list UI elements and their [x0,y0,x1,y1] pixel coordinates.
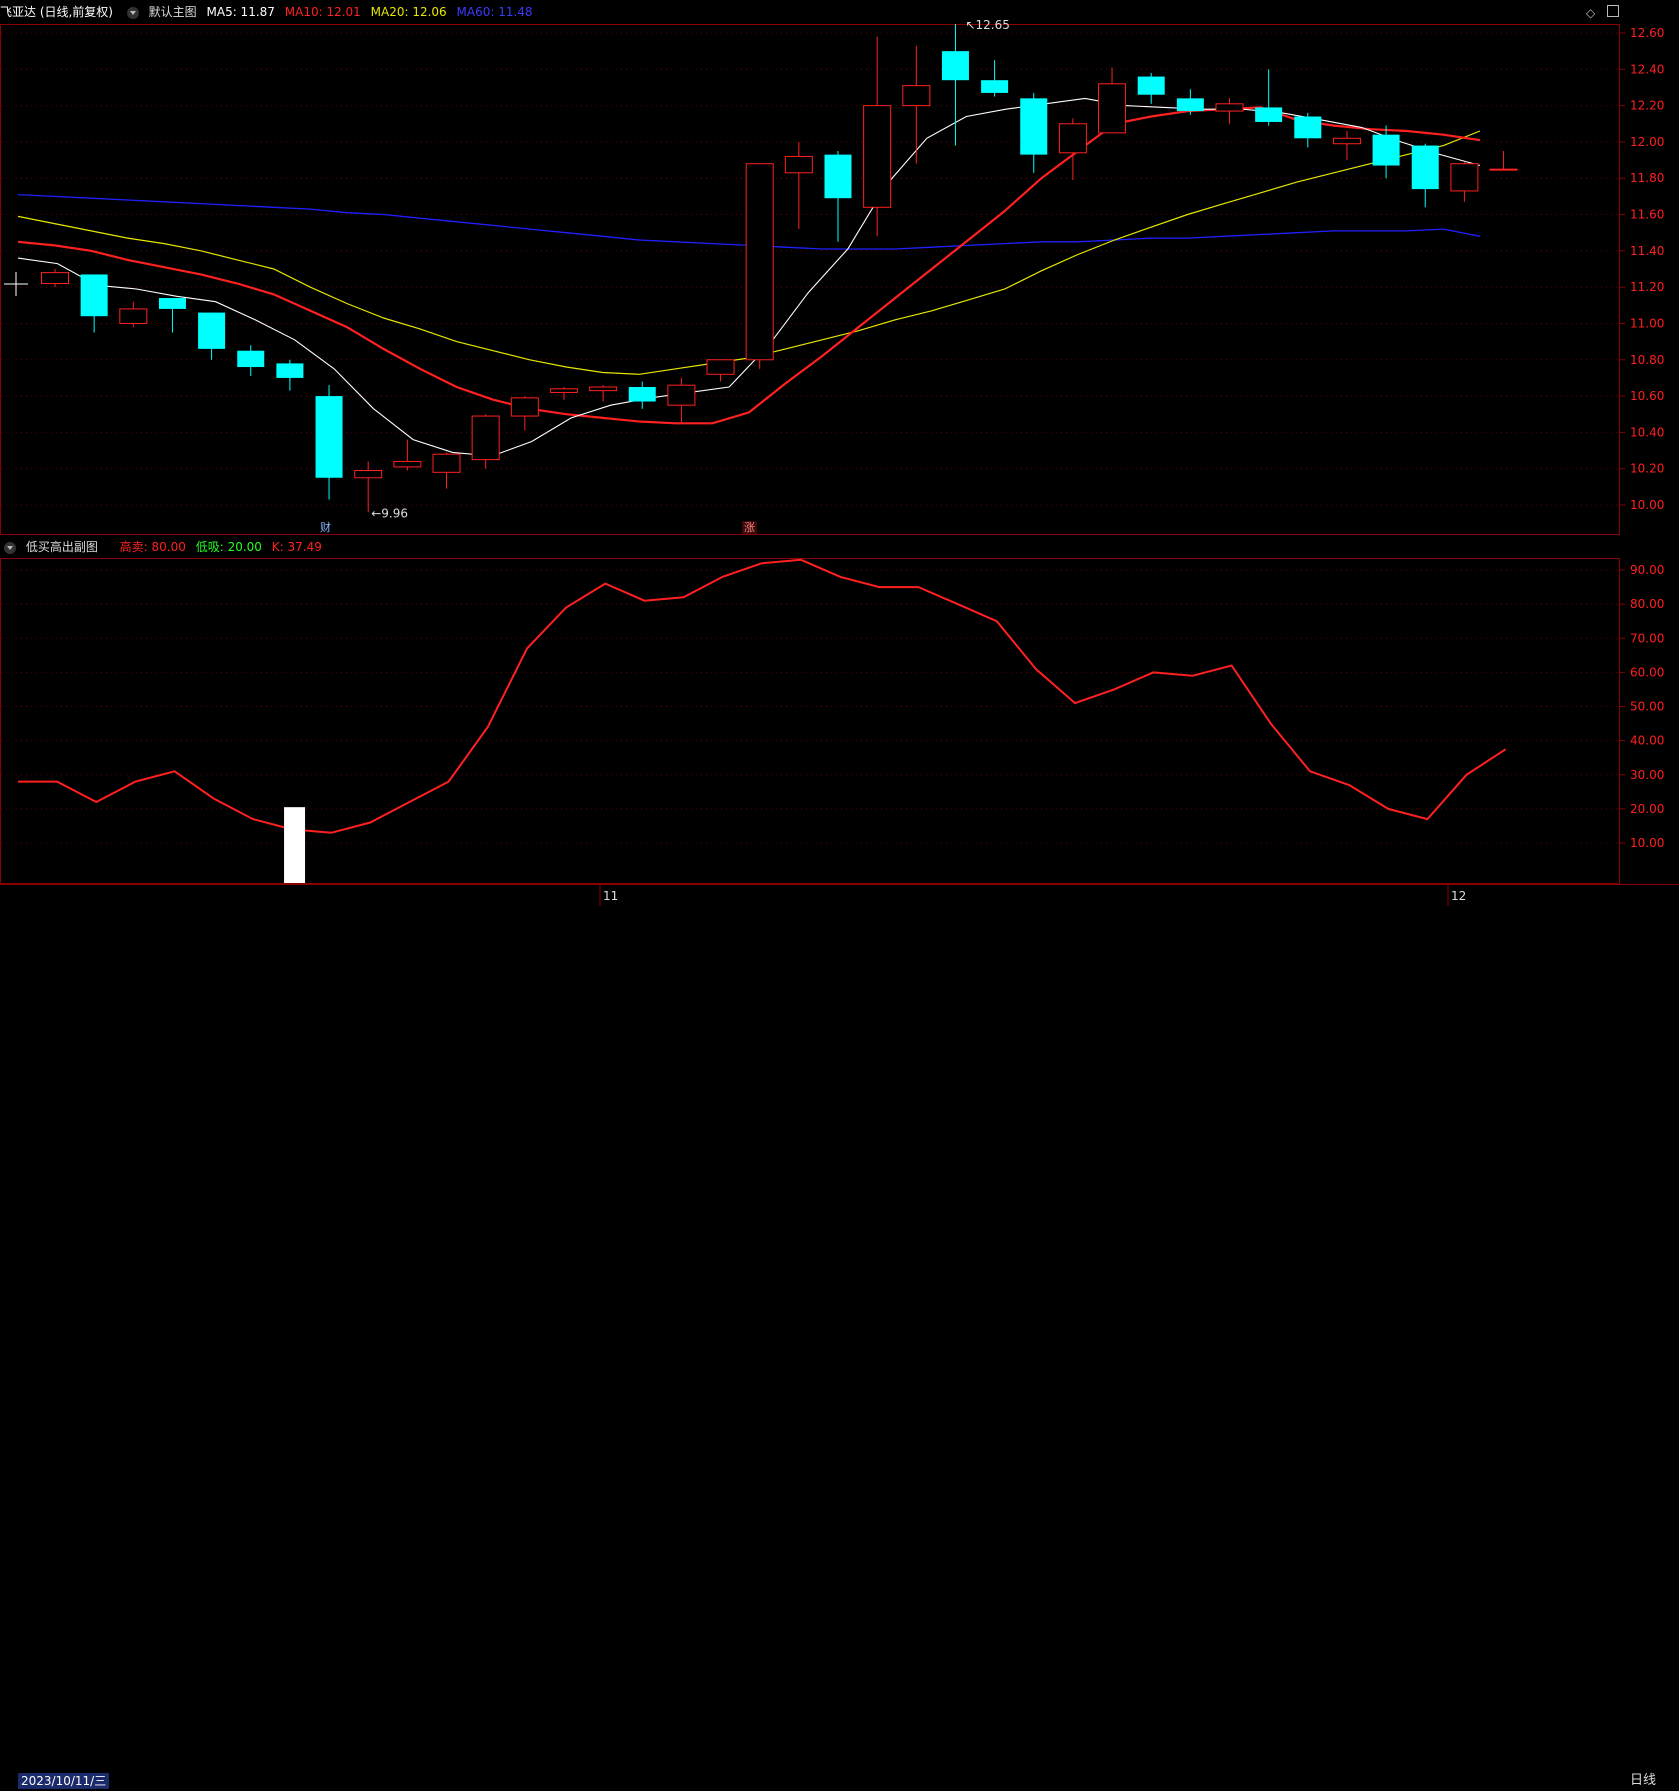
price-tick-label: 10.20 [1630,462,1664,476]
candle-body-up [510,397,539,417]
osc-tick-label: 90.00 [1630,563,1664,577]
stock-title: 飞亚达 (日线,前复权) [0,5,113,19]
dropdown-icon[interactable] [126,6,139,19]
candle-body-up [667,384,696,406]
candle-body-up [393,460,422,468]
price-tick-label: 11.00 [1630,316,1664,330]
candle-body-up [1332,137,1361,145]
date-axis: 2023/10/11/三 日线 [0,885,1679,1789]
candle-body-up [1215,103,1244,112]
price-tick-label: 11.20 [1630,280,1664,294]
candle-body-up [354,470,383,479]
limit-up-marker[interactable]: 涨 [742,521,757,534]
osc-tick-label: 30.00 [1630,768,1664,782]
osc-tick-label: 70.00 [1630,631,1664,645]
ma20-label: MA20: 12.06 [370,5,447,19]
price-tick-label: 12.40 [1630,62,1664,76]
candle-body-down [1137,76,1165,95]
low-buy-signal-bar [284,807,306,883]
price-tick-label: 12.20 [1630,99,1664,113]
osc-tick-label: 20.00 [1630,802,1664,816]
candle-body-up [863,105,892,208]
candle-body-down [315,396,343,478]
candle-body-up [471,415,500,461]
candle-body-up [1058,123,1087,154]
k-oscillator-line [18,558,1507,834]
candle-body-down [1294,116,1322,139]
candle-body-down [1020,98,1048,155]
diamond-icon[interactable]: ◇ [1586,6,1595,20]
osc-tick-label: 80.00 [1630,597,1664,611]
period-label[interactable]: 日线 [1630,1770,1656,1791]
main-chart-border [0,24,1620,535]
ma5-label: MA5: 11.87 [206,5,275,19]
sub-chart-border [0,558,1620,884]
candle-body-down [237,350,265,368]
candle-body-down [1255,107,1283,122]
candle-body-down [80,274,108,317]
candle-body-up [41,272,69,285]
k-value-label: K: 37.49 [271,540,322,554]
main-chart-name[interactable]: 默认主图 [149,5,197,19]
high-sell-label: 高卖: 80.00 [119,540,186,554]
price-tick-label: 12.00 [1630,135,1664,149]
candle-body-down [1372,134,1400,166]
candle-body-down [198,312,226,349]
candle-body-up [549,388,578,393]
osc-tick-label: 40.00 [1630,734,1664,748]
candle-body-up [1098,83,1127,134]
candle-body-down [276,363,304,378]
window-controls: ◇ [1578,5,1619,20]
candle-body-down [158,298,186,309]
candle-body-up [902,85,931,107]
sub-chart-name[interactable]: 低买高出副图 [26,540,98,554]
candle-body-up [745,163,774,361]
candle-body-down [941,51,969,81]
start-date-label: 2023/10/11/三 [18,1773,110,1789]
price-tick-label: 11.60 [1630,208,1664,222]
price-tick-label: 11.40 [1630,244,1664,258]
ma60-label: MA60: 11.48 [456,5,533,19]
sub-chart-header: 低买高出副图 高卖: 80.00 低吸: 20.00 K: 37.49 [0,536,1600,558]
candle-body-up [706,359,735,375]
candle-body-up [1489,168,1518,171]
osc-tick-label: 10.00 [1630,836,1664,850]
price-tick-label: 11.80 [1630,171,1664,185]
candle-body-down [824,154,852,199]
kline-chart-window: 12.60 12.40 12.20 12.00 11.80 11.60 11.40 11.20… [0,0,1679,906]
main-chart-header: 飞亚达 (日线,前复权) 默认主图 MA5: 11.87 MA10: 12.01… [0,0,1600,24]
candle-body-up [589,386,618,392]
candle-body-down [628,387,656,402]
chart-canvas[interactable]: 12.60 12.40 12.20 12.00 11.80 11.60 11.40 11.20… [0,0,1679,906]
candle-body-up [1450,163,1479,192]
price-tick-label: 10.80 [1630,353,1664,367]
price-tick-label: 10.00 [1630,498,1664,512]
osc-tick-label: 50.00 [1630,700,1664,714]
dropdown-icon[interactable] [4,541,16,554]
restore-icon[interactable] [1607,5,1619,17]
low-price-annotation: ←9.96 [371,506,408,520]
candle-body-down [1411,145,1439,190]
candle-body-down [981,80,1009,93]
financial-report-marker[interactable]: 财 [318,521,333,534]
osc-tick-label: 60.00 [1630,665,1664,679]
price-tick-label: 10.40 [1630,425,1664,439]
candle-body-up [119,308,148,324]
low-buy-label: 低吸: 20.00 [195,540,262,554]
price-tick-label: 12.60 [1630,26,1664,40]
candle-body-up [432,453,461,473]
price-tick-label: 10.60 [1630,389,1664,403]
candle-body-up [784,155,813,174]
ma10-label: MA10: 12.01 [284,5,361,19]
candle-body-down [1176,98,1204,112]
